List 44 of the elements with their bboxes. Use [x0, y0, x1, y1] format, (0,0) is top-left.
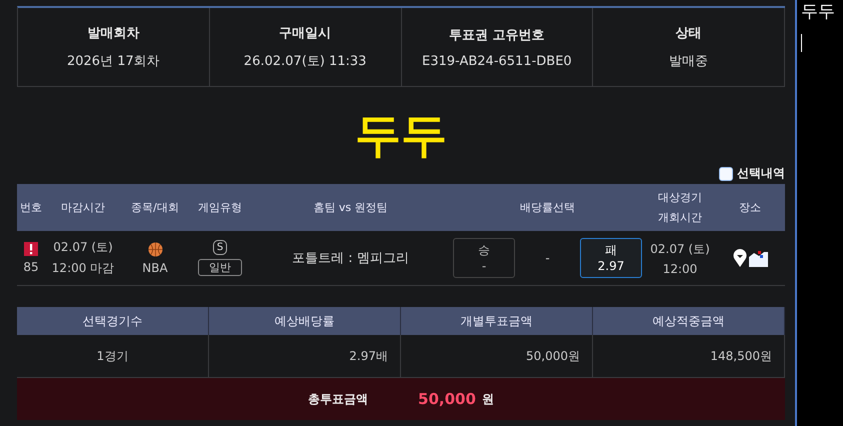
total-amount: 50,000 [418, 390, 476, 408]
team-matchup: 포틀트레 : 멤피그리 [291, 250, 410, 267]
info-value: E319-AB24-6511-DBE0 [422, 54, 572, 68]
checkbox[interactable] [719, 166, 733, 180]
game-number: 85 [23, 260, 39, 274]
league-name: NBA [142, 260, 168, 274]
game-type-tag: 일반 [198, 259, 242, 276]
side-text: 두두 [801, 2, 836, 22]
draw-odds: - [545, 251, 550, 265]
summary-header: 예상배당률 [209, 307, 401, 335]
info-label: 투표권 고유번호 [449, 26, 545, 44]
handwritten-text: 두두 [354, 106, 448, 164]
column-header: 장소 [738, 200, 762, 216]
game-badge: S [212, 240, 228, 255]
info-value: 발매중 [669, 53, 708, 70]
column-header: 마감시간 [60, 200, 106, 216]
text-cursor [801, 34, 802, 52]
column-header: 대상경기 개회시간 [657, 190, 703, 226]
info-label: 상태 [676, 25, 702, 42]
location-pin-icon[interactable] [732, 249, 746, 267]
total-label: 총투표금액 [308, 390, 368, 408]
deadline-time: 12:00 마감 [52, 260, 114, 277]
total-unit: 원 [482, 390, 494, 408]
summary-header: 선택경기수 [17, 307, 209, 335]
column-header: 게임유형 [197, 200, 243, 216]
odds-button[interactable]: 승 - [453, 238, 515, 278]
basketball-icon [148, 242, 162, 256]
stadium-icon [748, 249, 768, 267]
column-header: 배당률선택 [519, 200, 576, 216]
match-date: 02.07 (토) [650, 240, 710, 258]
odds-button[interactable]: 패 2.97 [580, 238, 642, 278]
deadline-date: 02.07 (토) [53, 239, 113, 256]
column-header: 홈팀 vs 원정팀 [312, 200, 389, 216]
summary-header: 개별투표금액 [401, 307, 593, 335]
info-value: 2026년 17회차 [66, 53, 160, 70]
info-label: 발매회차 [87, 25, 140, 42]
match-time: 12:00 [662, 262, 698, 276]
summary-header: 예상적중금액 [593, 307, 785, 335]
column-header: 종목/대회 [130, 200, 180, 216]
column-header: 번호 [19, 200, 43, 216]
selection-toggle[interactable]: 선택내역 [719, 165, 785, 182]
info-value: 26.02.07(토) 11:33 [244, 53, 366, 70]
alert-icon [24, 242, 38, 256]
info-label: 구매일시 [279, 25, 332, 42]
